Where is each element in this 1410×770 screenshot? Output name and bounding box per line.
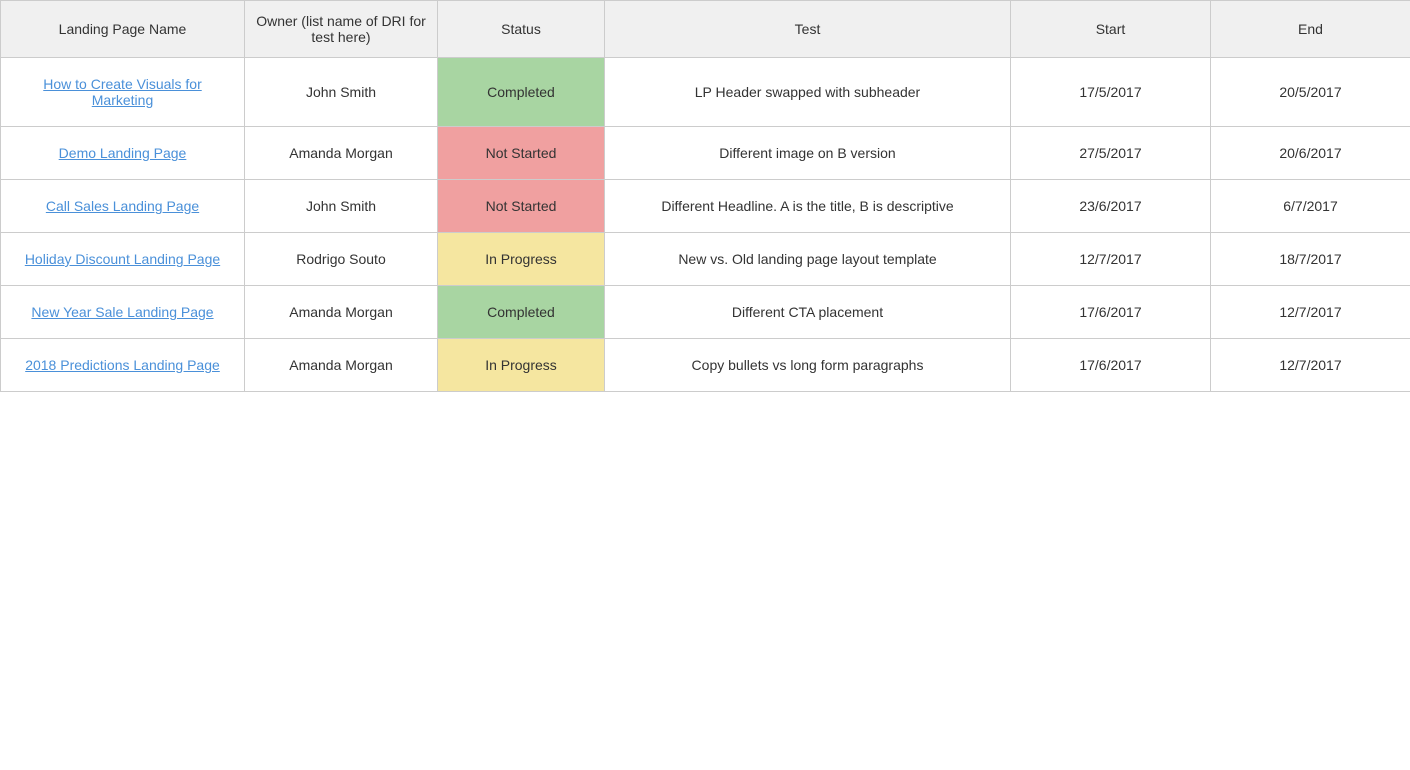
landing-page-link[interactable]: 2018 Predictions Landing Page [25, 357, 220, 373]
cell-end: 20/6/2017 [1211, 127, 1410, 180]
table-row: Call Sales Landing Page John SmithNot Sta… [1, 180, 1410, 233]
cell-start: 23/6/2017 [1011, 180, 1211, 233]
cell-test: LP Header swapped with subheader [605, 58, 1011, 127]
cell-end: 18/7/2017 [1211, 233, 1410, 286]
cell-test: New vs. Old landing page layout template [605, 233, 1011, 286]
cell-end: 6/7/2017 [1211, 180, 1410, 233]
cell-owner: Rodrigo Souto [245, 233, 438, 286]
cell-end: 20/5/2017 [1211, 58, 1410, 127]
table-row: Demo Landing Page Amanda MorganNot Starte… [1, 127, 1410, 180]
cell-status: Not Started [438, 127, 605, 180]
cell-status: Completed [438, 286, 605, 339]
landing-page-link[interactable]: Call Sales Landing Page [46, 198, 199, 214]
cell-landing-page-name: How to Create Visuals for Marketing [1, 58, 245, 127]
cell-owner: Amanda Morgan [245, 286, 438, 339]
table-row: How to Create Visuals for Marketing John … [1, 58, 1410, 127]
cell-owner: John Smith [245, 180, 438, 233]
cell-status: Not Started [438, 180, 605, 233]
cell-start: 12/7/2017 [1011, 233, 1211, 286]
header-owner: Owner (list name of DRI for test here) [245, 1, 438, 58]
cell-landing-page-name: Demo Landing Page [1, 127, 245, 180]
cell-start: 27/5/2017 [1011, 127, 1211, 180]
main-table-wrapper: Landing Page Name Owner (list name of DR… [0, 0, 1410, 392]
cell-test: Copy bullets vs long form paragraphs [605, 339, 1011, 392]
table-row: 2018 Predictions Landing Page Amanda Morg… [1, 339, 1410, 392]
cell-owner: Amanda Morgan [245, 127, 438, 180]
cell-test: Different CTA placement [605, 286, 1011, 339]
cell-landing-page-name: 2018 Predictions Landing Page [1, 339, 245, 392]
cell-end: 12/7/2017 [1211, 339, 1410, 392]
header-status: Status [438, 1, 605, 58]
table-header-row: Landing Page Name Owner (list name of DR… [1, 1, 1410, 58]
header-name: Landing Page Name [1, 1, 245, 58]
cell-start: 17/6/2017 [1011, 286, 1211, 339]
cell-test: Different Headline. A is the title, B is… [605, 180, 1011, 233]
landing-page-link[interactable]: How to Create Visuals for Marketing [43, 76, 201, 108]
table-row: Holiday Discount Landing Page Rodrigo Sou… [1, 233, 1410, 286]
header-end: End [1211, 1, 1410, 58]
landing-page-link[interactable]: New Year Sale Landing Page [31, 304, 213, 320]
cell-end: 12/7/2017 [1211, 286, 1410, 339]
cell-test: Different image on B version [605, 127, 1011, 180]
header-test: Test [605, 1, 1011, 58]
landing-pages-table: Landing Page Name Owner (list name of DR… [0, 0, 1410, 392]
table-row: New Year Sale Landing Page Amanda MorganC… [1, 286, 1410, 339]
cell-landing-page-name: Holiday Discount Landing Page [1, 233, 245, 286]
header-start: Start [1011, 1, 1211, 58]
landing-page-link[interactable]: Demo Landing Page [59, 145, 187, 161]
cell-landing-page-name: Call Sales Landing Page [1, 180, 245, 233]
cell-landing-page-name: New Year Sale Landing Page [1, 286, 245, 339]
cell-start: 17/5/2017 [1011, 58, 1211, 127]
cell-status: Completed [438, 58, 605, 127]
landing-page-link[interactable]: Holiday Discount Landing Page [25, 251, 220, 267]
cell-status: In Progress [438, 339, 605, 392]
cell-status: In Progress [438, 233, 605, 286]
cell-start: 17/6/2017 [1011, 339, 1211, 392]
cell-owner: John Smith [245, 58, 438, 127]
cell-owner: Amanda Morgan [245, 339, 438, 392]
